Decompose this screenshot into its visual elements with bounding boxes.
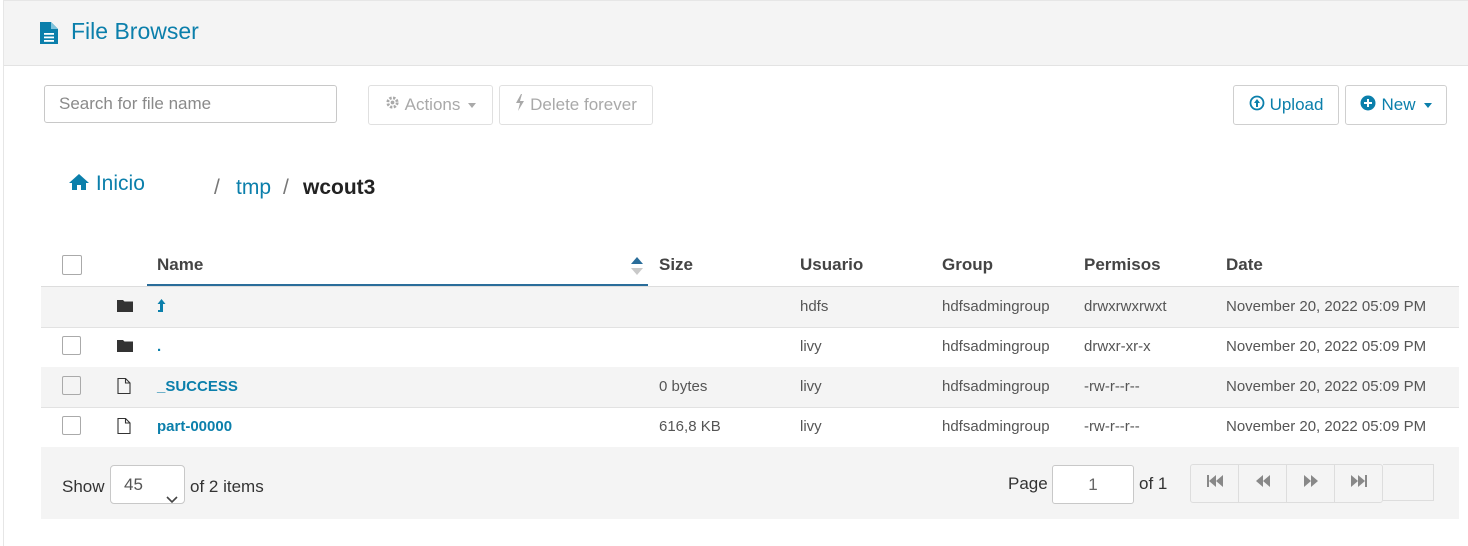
first-page-icon [1206, 474, 1224, 493]
file-name-link[interactable]: . [157, 327, 161, 367]
folder-icon [117, 339, 133, 357]
file-name-link[interactable]: _SUCCESS [157, 367, 238, 407]
file-name-link[interactable]: part-00000 [157, 407, 232, 447]
date-cell: November 20, 2022 05:09 PM [1226, 338, 1427, 355]
table-row[interactable]: _SUCCESS 0 bytes livy hdfsadmingroup -rw… [41, 367, 1459, 408]
permissions-cell: drwxr-xr-x [1084, 338, 1151, 355]
sort-ascending-icon[interactable] [630, 256, 644, 281]
search-input[interactable] [44, 85, 337, 123]
group-cell: hdfsadmingroup [942, 418, 1050, 435]
home-icon [68, 172, 96, 195]
chevron-down-icon [166, 480, 178, 517]
show-label: Show [62, 477, 105, 496]
folder-icon [117, 299, 133, 317]
page-number-input[interactable]: 1 [1052, 465, 1134, 504]
level-up-icon [157, 298, 166, 315]
bolt-icon [515, 94, 525, 116]
file-icon [117, 377, 131, 399]
row-checkbox[interactable] [62, 416, 81, 435]
column-header-date[interactable]: Date [1226, 255, 1263, 275]
column-header-group[interactable]: Group [942, 255, 993, 275]
row-checkbox[interactable] [62, 336, 81, 355]
permissions-cell: -rw-r--r-- [1084, 418, 1140, 435]
breadcrumb-home-label: Inicio [95, 172, 145, 195]
column-header-user[interactable]: Usuario [800, 255, 863, 275]
forward-icon [1303, 474, 1319, 493]
last-page-icon [1350, 474, 1368, 493]
first-page-button[interactable] [1191, 465, 1239, 502]
file-icon [117, 417, 131, 439]
page-title: File Browser [71, 18, 199, 44]
permissions-cell: drwxrwxrwxt [1084, 298, 1167, 315]
delete-forever-label: Delete forever [530, 95, 637, 114]
date-cell: November 20, 2022 05:09 PM [1226, 378, 1427, 395]
column-header-size[interactable]: Size [659, 255, 693, 275]
page-total-label: of 1 [1139, 474, 1168, 493]
new-label: New [1381, 95, 1416, 114]
size-cell: 0 bytes [659, 378, 708, 395]
pager-buttons [1190, 464, 1383, 503]
select-all-checkbox[interactable] [62, 255, 82, 275]
actions-label: Actions [404, 95, 461, 114]
page-size-value: 45 [124, 475, 143, 494]
caret-down-icon [1423, 102, 1432, 108]
arrow-circle-up-icon [1249, 95, 1265, 116]
upload-button[interactable]: Upload [1233, 85, 1339, 125]
item-count-label: of 2 items [190, 477, 264, 496]
column-header-permissions[interactable]: Permisos [1084, 255, 1161, 275]
pagination-footer: Show 45 of 2 items Page 1 of 1 [41, 447, 1459, 519]
previous-page-button[interactable] [1239, 465, 1287, 502]
gear-icon [385, 95, 400, 115]
next-page-button[interactable] [1287, 465, 1335, 502]
last-page-button[interactable] [1335, 465, 1382, 502]
upload-label: Upload [1269, 95, 1324, 114]
table-row[interactable]: . livy hdfsadmingroup drwxr-xr-x Novembe… [41, 327, 1459, 368]
group-cell: hdfsadmingroup [942, 378, 1050, 395]
breadcrumb-home[interactable]: Inicio [68, 172, 145, 196]
caret-down-icon [468, 102, 477, 108]
actions-button[interactable]: Actions [368, 85, 493, 125]
page-size-select[interactable]: 45 [110, 465, 185, 504]
date-cell: November 20, 2022 05:09 PM [1226, 418, 1427, 435]
page-label: Page [1008, 474, 1048, 493]
user-cell: livy [800, 418, 822, 435]
table-row[interactable]: hdfs hdfsadmingroup drwxrwxrwxt November… [41, 287, 1459, 328]
group-cell: hdfsadmingroup [942, 298, 1050, 315]
delete-forever-button[interactable]: Delete forever [499, 85, 653, 125]
pager-spacer [1383, 464, 1434, 501]
document-icon [39, 21, 59, 50]
user-cell: livy [800, 378, 822, 395]
plus-circle-icon [1360, 95, 1376, 116]
permissions-cell: -rw-r--r-- [1084, 378, 1140, 395]
backward-icon [1255, 474, 1271, 493]
user-cell: livy [800, 338, 822, 355]
size-cell: 616,8 KB [659, 418, 721, 435]
date-cell: November 20, 2022 05:09 PM [1226, 298, 1427, 315]
breadcrumb-separator: / [283, 176, 289, 199]
parent-directory-link[interactable] [157, 287, 166, 327]
breadcrumb-current: wcout3 [303, 176, 376, 199]
group-cell: hdfsadmingroup [942, 338, 1050, 355]
new-button[interactable]: New [1345, 85, 1447, 125]
row-checkbox[interactable] [62, 376, 81, 395]
breadcrumb-tmp[interactable]: tmp [236, 176, 271, 200]
user-cell: hdfs [800, 298, 829, 315]
breadcrumb-separator: / [214, 176, 220, 199]
column-header-name[interactable]: Name [157, 255, 203, 275]
table-row[interactable]: part-00000 616,8 KB livy hdfsadmingroup … [41, 407, 1459, 448]
page-header: File Browser [4, 1, 1468, 66]
